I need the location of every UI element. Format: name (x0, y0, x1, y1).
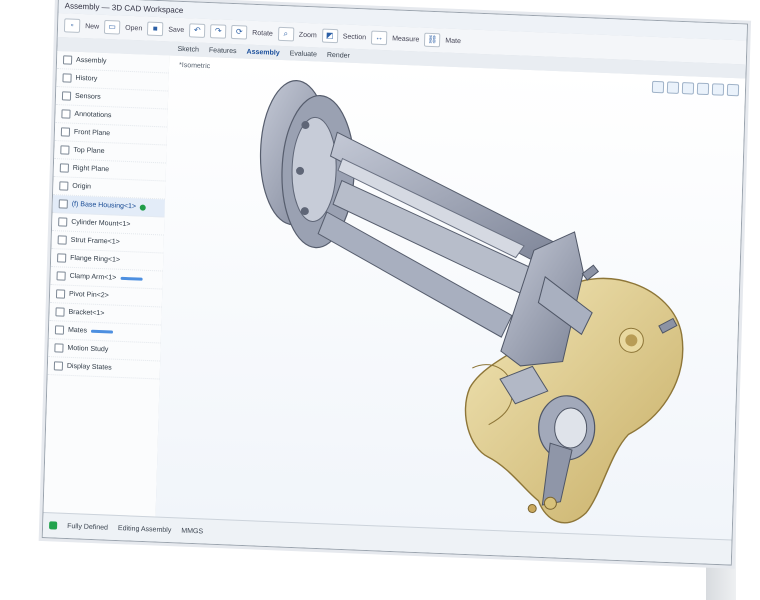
open-icon[interactable]: ▭ (103, 19, 121, 35)
plane-icon (60, 127, 71, 137)
section-icon[interactable]: ◩ (321, 28, 338, 44)
history-icon (62, 73, 72, 83)
tree-item-label: Flange Ring<1> (70, 254, 121, 264)
tree-item-label: (f) Base Housing<1> (71, 200, 137, 211)
mate-icon[interactable]: ⛓ (424, 32, 441, 48)
tree-item-label: Mates (67, 326, 88, 335)
mate-label: Mate (445, 37, 462, 45)
tab-assembly[interactable]: Assembly (246, 48, 279, 56)
part-icon (58, 199, 68, 209)
tree-item-label: Top Plane (73, 146, 105, 156)
monitor-screen: Assembly — 3D CAD Workspace ▫ New ▭ Open… (41, 0, 749, 566)
tree-item-label: Origin (72, 182, 92, 191)
zoom-icon[interactable]: ⌕ (277, 26, 295, 42)
tree-item-label: Pivot Pin<2> (68, 290, 109, 300)
undo-icon[interactable]: ↶ (189, 23, 206, 38)
progress-bar (91, 329, 114, 334)
tree-item-label: Display States (66, 362, 112, 372)
tree-item-label: Right Plane (72, 164, 110, 174)
edit-mode-status: Editing Assembly (117, 524, 172, 534)
save-label: Save (168, 25, 185, 34)
definition-status: Fully Defined (67, 522, 109, 532)
measure-icon[interactable]: ↔ (370, 30, 388, 46)
status-ok-icon (139, 204, 147, 211)
zoom-label: Zoom (298, 31, 317, 39)
new-label: New (85, 22, 100, 31)
part-icon (55, 289, 66, 299)
tab-evaluate[interactable]: Evaluate (290, 50, 317, 58)
part-icon (57, 235, 67, 245)
tree-item-display-states[interactable]: Display States (47, 357, 161, 380)
measure-label: Measure (392, 34, 420, 43)
tree-item-label: Bracket<1> (68, 308, 105, 318)
section-label: Section (342, 32, 367, 41)
tab-render[interactable]: Render (327, 51, 350, 59)
part-icon (55, 307, 65, 317)
part-icon (58, 217, 68, 227)
plane-icon (60, 145, 70, 155)
feature-tree: Assembly History Sensors Annotations Fro… (43, 51, 171, 518)
assembly-icon (62, 55, 73, 65)
units-selector[interactable]: MMGS (181, 527, 203, 535)
tree-item-label: Cylinder Mount<1> (71, 218, 131, 229)
tree-item-label: Annotations (74, 110, 112, 120)
scene: Assembly — 3D CAD Workspace ▫ New ▭ Open… (0, 0, 760, 600)
part-icon (57, 253, 67, 263)
window-title: Assembly — 3D CAD Workspace (64, 0, 184, 15)
display-icon (53, 361, 64, 371)
tree-item-label: Assembly (75, 56, 107, 66)
tab-features[interactable]: Features (209, 47, 237, 55)
plane-icon (59, 163, 69, 173)
new-file-icon[interactable]: ▫ (63, 18, 81, 33)
tree-item-label: Strut Frame<1> (70, 236, 120, 246)
progress-bar (120, 276, 143, 281)
cad-model[interactable] (155, 56, 745, 541)
rotate-icon[interactable]: ⟳ (231, 24, 248, 40)
tree-item-label: Clamp Arm<1> (69, 272, 117, 282)
annotation-icon (61, 109, 71, 119)
part-icon (56, 271, 66, 281)
tree-item-label: Front Plane (73, 128, 111, 138)
motion-icon (54, 343, 64, 353)
tree-item-label: Sensors (74, 92, 101, 101)
sensor-icon (61, 91, 72, 101)
rebuild-ok-icon (49, 521, 58, 530)
cad-application: Assembly — 3D CAD Workspace ▫ New ▭ Open… (42, 0, 747, 565)
mate-icon (54, 325, 65, 335)
rotate-label: Rotate (252, 29, 273, 38)
open-label: Open (125, 24, 143, 32)
origin-icon (59, 181, 69, 191)
save-icon[interactable]: ■ (147, 21, 164, 37)
redo-icon[interactable]: ↷ (210, 24, 227, 39)
tree-item-label: History (75, 74, 98, 83)
tab-sketch[interactable]: Sketch (177, 45, 199, 53)
graphics-viewport[interactable]: *Isometric (155, 55, 746, 541)
tree-item-label: Motion Study (67, 344, 109, 354)
